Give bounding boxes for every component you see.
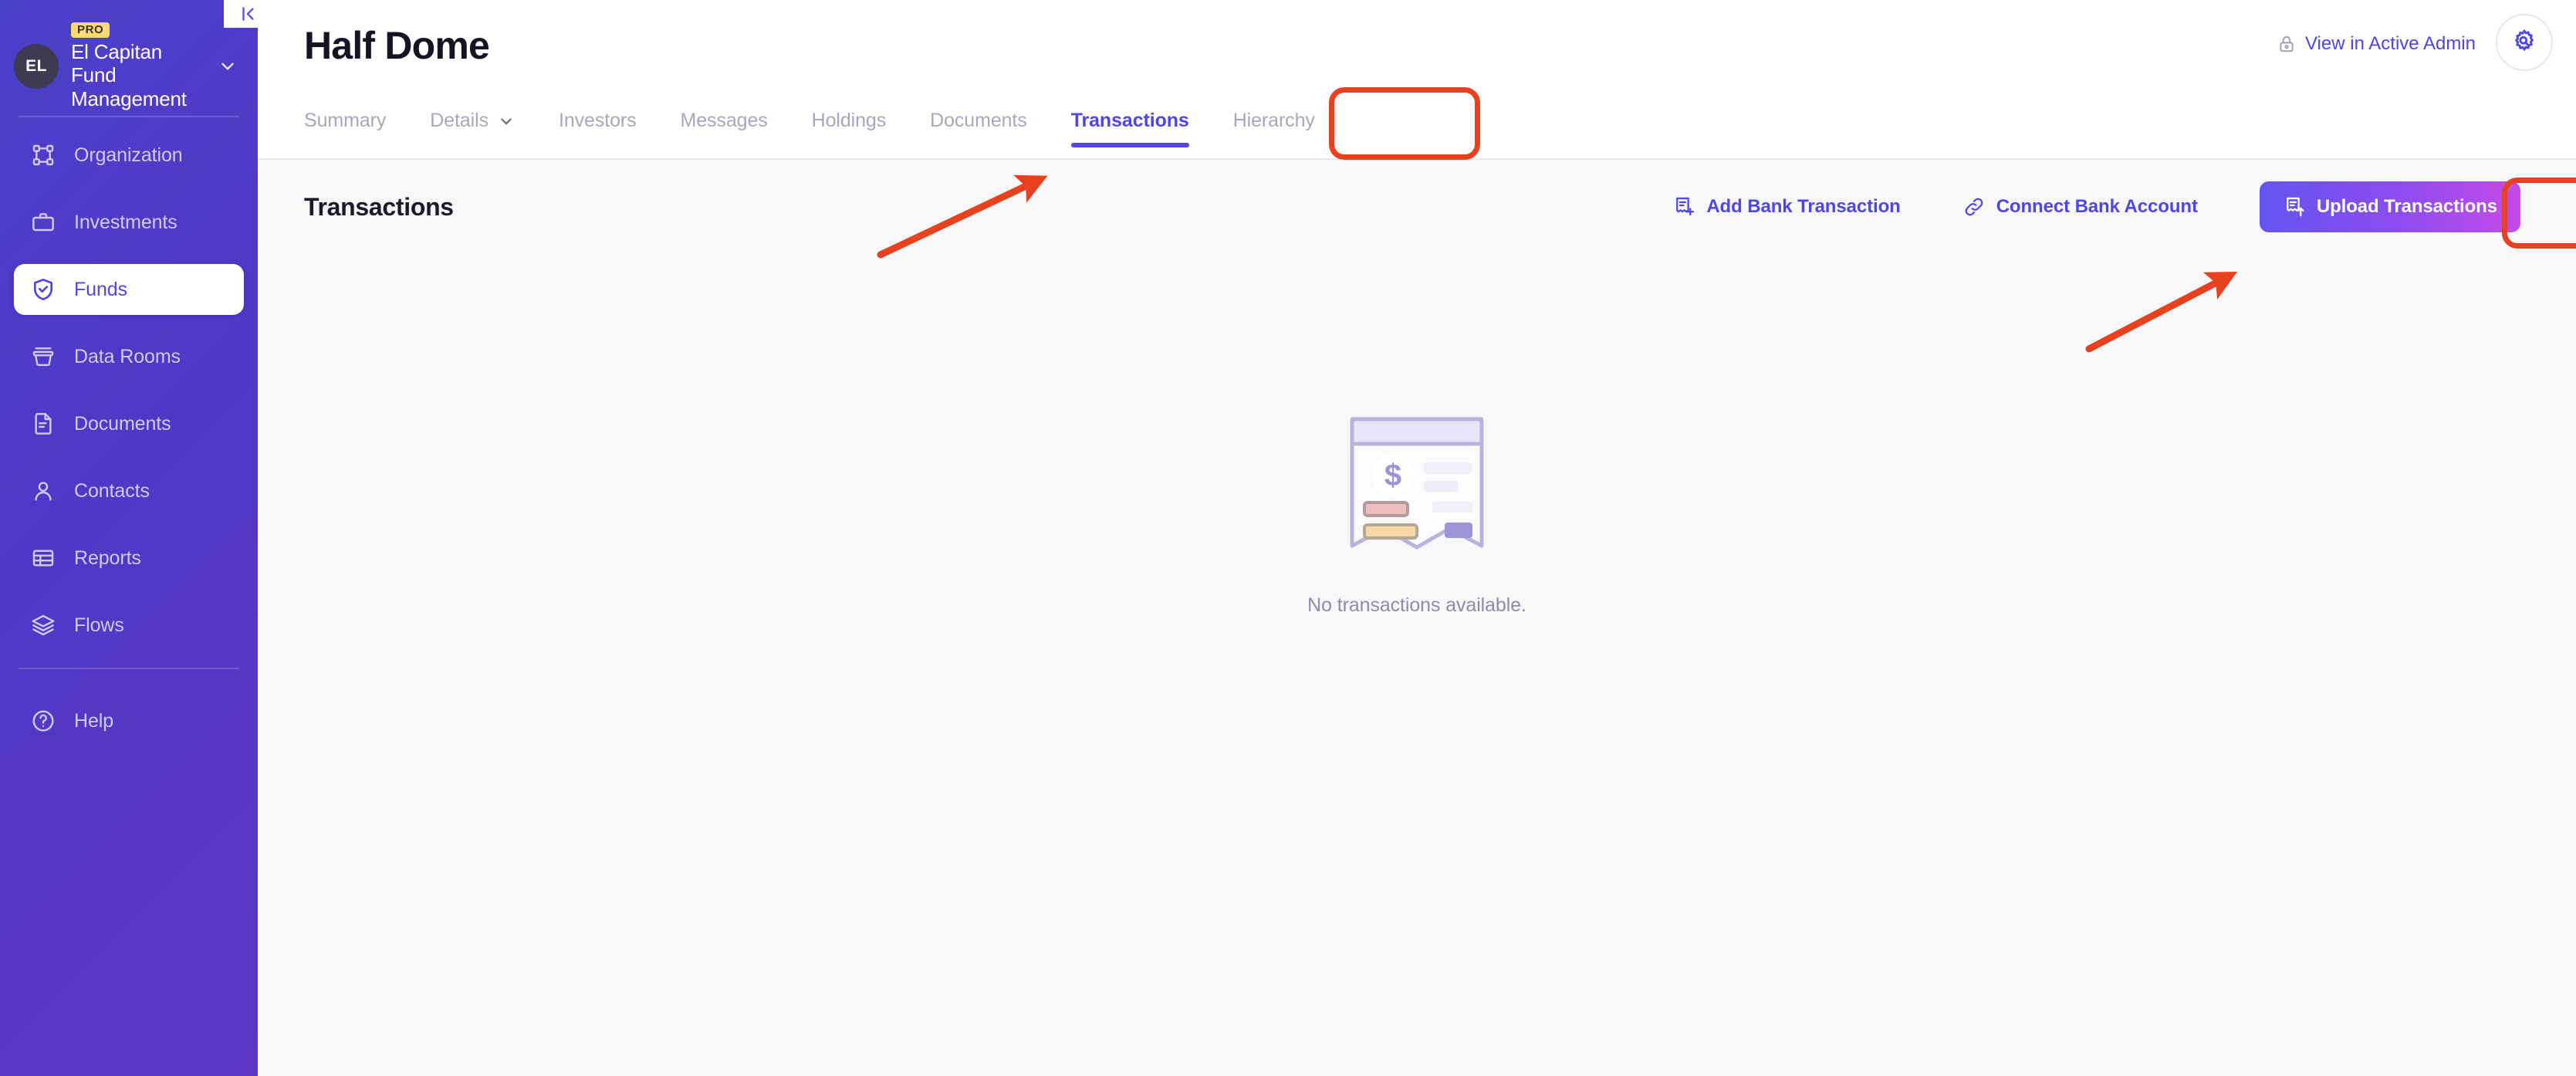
pro-badge: PRO	[71, 22, 110, 38]
section-title: Transactions	[304, 192, 454, 221]
main-area: Half Dome View in Active Admin Summary D…	[258, 0, 2576, 1076]
tab-label: Documents	[930, 110, 1027, 131]
app-root: EL PRO El Capitan Fund Management Organi…	[0, 0, 2576, 1076]
question-circle-icon	[29, 707, 57, 735]
chevron-down-icon	[218, 56, 238, 76]
page-tabs: Summary Details Investors Messages Holdi…	[304, 89, 1359, 158]
tab-holdings[interactable]: Holdings	[811, 110, 887, 158]
tab-documents[interactable]: Documents	[930, 110, 1027, 158]
link-icon	[1962, 195, 1986, 218]
tab-label: Hierarchy	[1232, 110, 1315, 131]
action-label: Connect Bank Account	[1996, 196, 2198, 217]
sidebar-item-contacts[interactable]: Contacts	[14, 465, 244, 516]
lock-icon	[2277, 34, 2297, 54]
tab-label: Summary	[304, 110, 387, 131]
sidebar-item-reports[interactable]: Reports	[14, 533, 244, 584]
add-bank-transaction-button[interactable]: Add Bank Transaction	[1672, 195, 1901, 218]
collapse-left-icon	[238, 4, 259, 24]
sidebar-item-label: Flows	[74, 614, 124, 636]
sidebar-item-label: Documents	[74, 412, 171, 435]
sidebar-item-label: Reports	[74, 546, 141, 569]
receipt-upload-icon	[2283, 195, 2306, 218]
tab-label: Messages	[680, 110, 768, 131]
tab-label: Details	[430, 110, 488, 131]
sidebar-item-label: Organization	[74, 144, 183, 166]
tab-label: Holdings	[811, 110, 887, 131]
organization-icon	[29, 141, 57, 169]
layers-icon	[29, 611, 57, 639]
sidebar-divider-top	[19, 116, 239, 117]
connect-bank-account-button[interactable]: Connect Bank Account	[1962, 195, 2198, 218]
sidebar-item-documents[interactable]: Documents	[14, 398, 244, 449]
org-switcher[interactable]: EL PRO El Capitan Fund Management	[0, 0, 258, 110]
action-label: Add Bank Transaction	[1706, 196, 1901, 217]
receipt-empty-illustration: $	[1344, 414, 1489, 562]
tab-hierarchy[interactable]: Hierarchy	[1233, 110, 1315, 158]
sidebar-item-help[interactable]: Help	[14, 695, 244, 746]
empty-state: $ No transactions available.	[258, 414, 2576, 617]
sidebar-help-nav: Help	[0, 695, 258, 746]
receipt-plus-icon	[1672, 195, 1695, 218]
tab-label: Transactions	[1070, 110, 1189, 131]
sidebar-nav: Organization Investments Funds Data Room…	[0, 130, 258, 651]
sidebar-item-organization[interactable]: Organization	[14, 130, 244, 181]
tab-label: Investors	[558, 110, 637, 131]
upload-button-label: Upload Transactions	[2316, 196, 2497, 217]
sidebar-divider-help	[19, 668, 239, 669]
admin-link-label: View in Active Admin	[2304, 33, 2476, 54]
person-icon	[29, 477, 57, 505]
sidebar-item-label: Contacts	[74, 479, 150, 502]
action-bar: Add Bank Transaction Connect Bank Accoun…	[1672, 181, 2530, 232]
sidebar-item-flows[interactable]: Flows	[14, 600, 244, 651]
sidebar-item-label: Investments	[74, 211, 177, 233]
tab-investors[interactable]: Investors	[559, 110, 637, 158]
page-header: Half Dome View in Active Admin Summary D…	[258, 0, 2576, 160]
sidebar-item-label: Data Rooms	[74, 345, 181, 367]
upload-transactions-button[interactable]: Upload Transactions	[2259, 181, 2520, 232]
empty-state-text: No transactions available.	[1307, 594, 1526, 616]
sidebar-item-label: Help	[74, 709, 114, 732]
shield-check-icon	[29, 276, 57, 303]
briefcase-icon	[29, 208, 57, 236]
tab-details[interactable]: Details	[430, 110, 515, 158]
sidebar-item-label: Funds	[74, 278, 127, 300]
sidebar-item-investments[interactable]: Investments	[14, 197, 244, 248]
sidebar-item-funds[interactable]: Funds	[14, 264, 244, 315]
sidebar-item-data-rooms[interactable]: Data Rooms	[14, 331, 244, 382]
sidebar-collapse-button[interactable]	[224, 0, 273, 28]
content-header: Transactions Add Bank Transaction Connec…	[304, 160, 2530, 254]
chevron-down-icon	[498, 113, 515, 130]
gear-search-icon	[2510, 28, 2538, 58]
sidebar: EL PRO El Capitan Fund Management Organi…	[0, 0, 273, 1076]
settings-button[interactable]	[2496, 14, 2553, 71]
page-title: Half Dome	[304, 24, 490, 67]
tab-transactions[interactable]: Transactions	[1070, 110, 1189, 158]
tab-summary[interactable]: Summary	[304, 110, 386, 158]
avatar: EL	[14, 44, 59, 89]
view-in-active-admin-link[interactable]: View in Active Admin	[2277, 33, 2476, 55]
svg-text:$: $	[1384, 458, 1401, 492]
document-icon	[29, 410, 57, 438]
tab-messages[interactable]: Messages	[681, 110, 768, 158]
content-area: Transactions Add Bank Transaction Connec…	[258, 160, 2576, 616]
table-icon	[29, 544, 57, 572]
data-room-icon	[29, 343, 57, 371]
org-name: El Capitan Fund Management	[71, 39, 187, 110]
org-text: PRO El Capitan Fund Management	[71, 22, 210, 111]
